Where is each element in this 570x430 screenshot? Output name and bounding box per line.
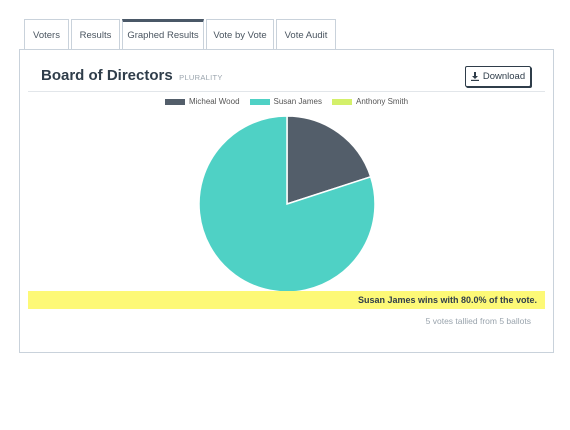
tab-graphed-results[interactable]: Graphed Results <box>122 19 204 51</box>
legend-swatch <box>331 98 352 105</box>
legend-item[interactable]: Susan James <box>249 97 322 106</box>
election-title: Board of Directors <box>41 67 173 84</box>
tab-vote-by-vote[interactable]: Vote by Vote <box>206 19 274 50</box>
tab-voters[interactable]: Voters <box>24 19 69 50</box>
tab-vote-audit[interactable]: Vote Audit <box>276 19 336 50</box>
legend-label: Micheal Wood <box>188 97 240 106</box>
legend-item[interactable]: Anthony Smith <box>331 97 409 106</box>
download-icon <box>470 72 479 81</box>
legend-item[interactable]: Micheal Wood <box>164 97 240 106</box>
tally-text: 5 votes tallied from 5 ballots <box>425 316 531 326</box>
header-divider <box>28 91 545 92</box>
vote-pie-chart <box>198 115 376 293</box>
legend-swatch <box>249 98 270 105</box>
legend-label: Anthony Smith <box>355 97 409 106</box>
chart-legend: Micheal Wood Susan James Anthony Smith <box>20 97 553 106</box>
legend-swatch <box>164 98 185 105</box>
legend-label: Susan James <box>273 97 322 106</box>
download-label: Download <box>482 71 526 82</box>
download-button[interactable]: Download <box>465 66 531 87</box>
tab-results[interactable]: Results <box>71 19 120 50</box>
results-panel: Board of Directors PLURALITY Download Mi… <box>19 49 554 353</box>
winner-banner: Susan James wins with 80.0% of the vote. <box>28 291 545 309</box>
election-method: PLURALITY <box>179 73 223 82</box>
panel-header: Board of Directors PLURALITY <box>41 67 223 85</box>
